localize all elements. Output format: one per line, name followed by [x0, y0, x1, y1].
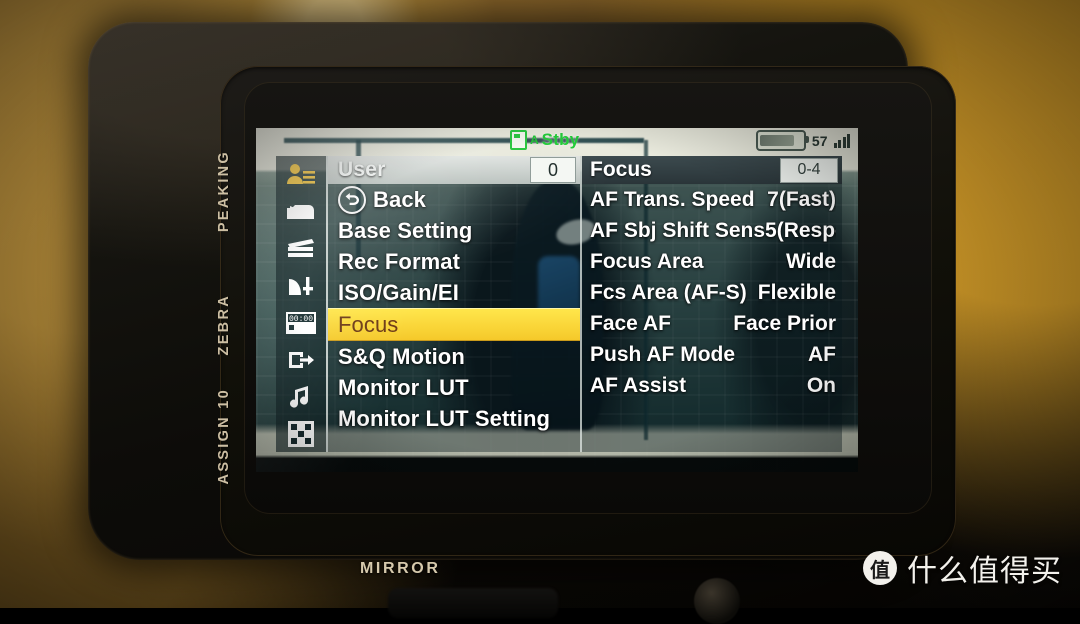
setting-row-fcs-area-af-s[interactable]: Fcs Area (AF-S) Flexible — [582, 277, 842, 308]
battery-percent: 57 — [811, 132, 828, 149]
mount-knob[interactable] — [694, 578, 740, 624]
setting-label: AF Trans. Speed — [590, 187, 755, 211]
body-label-peaking: PEAKING — [216, 150, 232, 233]
menu-item-label: S&Q Motion — [338, 343, 465, 369]
setting-value: 5(Respon — [765, 218, 836, 242]
audio-note-icon[interactable] — [284, 383, 318, 411]
status-bar: A Stby 57 — [256, 128, 858, 154]
thumbnail-grid-icon[interactable] — [284, 420, 318, 448]
user-menu-panel[interactable]: User 0 Back Base Setting Rec Format ISO/… — [328, 156, 580, 452]
setting-row-face-af[interactable]: Face AF Face Prior — [582, 308, 842, 339]
menu-item-back[interactable]: Back — [328, 184, 580, 215]
lcd-screen[interactable]: A Stby 57 00:00 User 0 Back Base Setting… — [256, 128, 858, 472]
menu-item-monitor-lut[interactable]: Monitor LUT — [328, 372, 580, 403]
media-slot-label: A — [530, 133, 539, 147]
setting-row-af-sbj-shift-sens[interactable]: AF Sbj Shift Sens 5(Respon — [582, 215, 842, 246]
paint-display-icon[interactable] — [284, 272, 318, 300]
menu-item-label: Monitor LUT — [338, 374, 469, 400]
menu-item-sq-motion[interactable]: S&Q Motion — [328, 341, 580, 372]
clapperboard-icon[interactable] — [284, 235, 318, 263]
back-arrow-icon — [338, 185, 366, 214]
menu-item-label: Base Setting — [338, 217, 473, 243]
watermark-logo: 值 — [863, 551, 897, 585]
setting-value: 7(Fast) — [767, 187, 836, 211]
setting-value: Face Prior — [733, 311, 836, 335]
user-menu-header: User 0 — [328, 156, 580, 184]
setting-row-push-af-mode[interactable]: Push AF Mode AF — [582, 339, 842, 370]
setting-row-af-assist[interactable]: AF Assist On — [582, 370, 842, 401]
focus-detail-panel[interactable]: Focus 0-4 AF Trans. Speed 7(Fast) AF Sbj… — [580, 156, 842, 452]
menu-item-rec-format[interactable]: Rec Format — [328, 246, 580, 277]
setting-value: AF — [808, 342, 836, 366]
timecode-icon[interactable]: 00:00 — [284, 309, 318, 337]
user-icon[interactable] — [284, 161, 318, 189]
media-card-icon — [510, 130, 527, 150]
user-menu-page-value: 0 — [530, 157, 576, 183]
menu-overlay[interactable]: 00:00 User 0 Back Base Setting Rec Forma… — [276, 156, 842, 452]
menu-item-iso-gain-ei[interactable]: ISO/Gain/EI — [328, 277, 580, 308]
body-label-assign10: ASSIGN 10 — [216, 388, 232, 485]
setting-label: AF Assist — [590, 373, 687, 397]
signal-bars-icon — [833, 133, 850, 148]
menu-icon-rail[interactable]: 00:00 — [276, 156, 328, 452]
watermark: 值 什么值得买 — [863, 546, 1062, 590]
user-menu-title: User — [338, 158, 386, 181]
setting-label: Fcs Area (AF-S) — [590, 280, 747, 304]
battery-icon — [755, 130, 809, 151]
setting-value: On — [806, 373, 836, 397]
setting-label: Push AF Mode — [590, 342, 736, 366]
setting-label: AF Sbj Shift Sens — [590, 218, 766, 242]
menu-item-label: Rec Format — [338, 248, 461, 274]
menu-item-label: Focus — [338, 311, 399, 337]
monitor-foot — [388, 588, 558, 618]
setting-value: Flexible — [757, 280, 836, 304]
focus-panel-title: Focus — [590, 158, 652, 181]
setting-row-af-trans-speed[interactable]: AF Trans. Speed 7(Fast) — [582, 184, 842, 215]
setting-label: Focus Area — [590, 249, 704, 273]
body-label-zebra: ZEBRA — [216, 294, 232, 356]
focus-panel-header: Focus 0-4 — [582, 156, 842, 184]
body-label-mirror: MIRROR — [360, 560, 441, 577]
focus-panel-page-value: 0-4 — [780, 157, 838, 183]
menu-item-label: Monitor LUT Setting — [338, 405, 551, 431]
svg-text:00:00: 00:00 — [289, 315, 313, 324]
watermark-text: 什么值得买 — [907, 554, 1062, 589]
output-icon[interactable] — [284, 346, 318, 374]
menu-item-monitor-lut-setting[interactable]: Monitor LUT Setting — [328, 403, 580, 434]
menu-item-base-setting[interactable]: Base Setting — [328, 215, 580, 246]
setting-value: Wide — [786, 249, 836, 273]
menu-item-label: ISO/Gain/EI — [338, 279, 459, 305]
power-status: 57 — [755, 130, 850, 151]
setting-label: Face AF — [590, 311, 671, 335]
setting-row-focus-area[interactable]: Focus Area Wide — [582, 246, 842, 277]
record-state-label: Stby — [541, 130, 580, 149]
record-status: A Stby — [510, 130, 579, 150]
camera-icon[interactable] — [284, 198, 318, 226]
menu-item-focus[interactable]: Focus — [328, 308, 580, 341]
menu-item-label: Back — [373, 186, 426, 212]
